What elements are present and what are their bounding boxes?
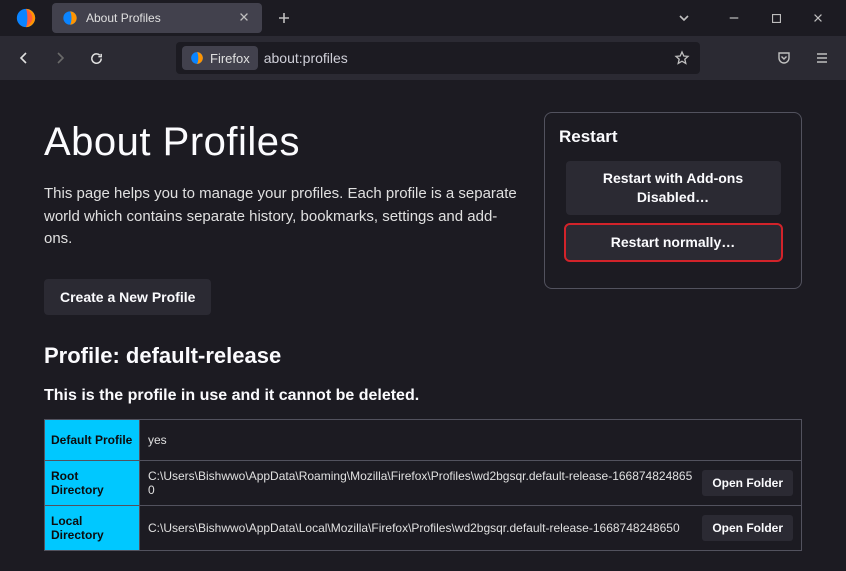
restart-normally-button[interactable]: Restart normally… [566,225,781,260]
firefox-logo-icon [14,6,38,30]
page-content: About Profiles This page helps you to ma… [0,80,846,571]
table-row: Root Directory C:\Users\Bishwwo\AppData\… [45,461,801,506]
window-controls [664,4,838,32]
window-maximize-button[interactable] [756,4,796,32]
profile-section: Profile: default-release This is the pro… [44,343,802,551]
reload-button[interactable] [80,42,112,74]
profile-table: Default Profile yes Root Directory C:\Us… [44,419,802,551]
firefox-chip-icon [190,51,204,65]
new-tab-button[interactable] [270,4,298,32]
identity-label: Firefox [210,51,250,66]
row-key: Local Directory [45,506,140,550]
window-close-button[interactable] [798,4,838,32]
pocket-button[interactable] [768,42,800,74]
tab-close-button[interactable] [238,11,252,25]
profile-in-use-note: This is the profile in use and it cannot… [44,387,802,405]
restart-heading: Restart [559,127,787,147]
nav-toolbar-right [768,42,838,74]
browser-tab[interactable]: About Profiles [52,3,262,33]
row-value: yes [140,420,801,460]
restart-panel: Restart Restart with Add-ons Disabled… R… [544,112,802,289]
identity-chip[interactable]: Firefox [182,46,258,70]
forward-button[interactable] [44,42,76,74]
page-description: This page helps you to manage your profi… [44,183,524,251]
open-folder-button[interactable]: Open Folder [702,515,793,541]
url-bar[interactable]: Firefox about:profiles [176,42,700,74]
back-button[interactable] [8,42,40,74]
restart-addons-disabled-button[interactable]: Restart with Add-ons Disabled… [566,161,781,215]
tab-favicon-icon [62,10,78,26]
create-profile-button[interactable]: Create a New Profile [44,279,211,315]
bookmark-star-button[interactable] [670,46,694,70]
tabs-overflow-button[interactable] [664,4,704,32]
row-value: C:\Users\Bishwwo\AppData\Local\Mozilla\F… [140,506,801,550]
table-row: Default Profile yes [45,420,801,461]
window-minimize-button[interactable] [714,4,754,32]
navigation-toolbar: Firefox about:profiles [0,36,846,80]
row-key: Root Directory [45,461,140,505]
open-folder-button[interactable]: Open Folder [702,470,793,496]
row-value: C:\Users\Bishwwo\AppData\Roaming\Mozilla… [140,461,801,505]
titlebar: About Profiles [0,0,846,36]
url-text: about:profiles [264,50,348,66]
profile-heading: Profile: default-release [44,343,802,369]
tab-title: About Profiles [86,11,230,25]
table-row: Local Directory C:\Users\Bishwwo\AppData… [45,506,801,550]
row-key: Default Profile [45,420,140,460]
app-menu-button[interactable] [806,42,838,74]
